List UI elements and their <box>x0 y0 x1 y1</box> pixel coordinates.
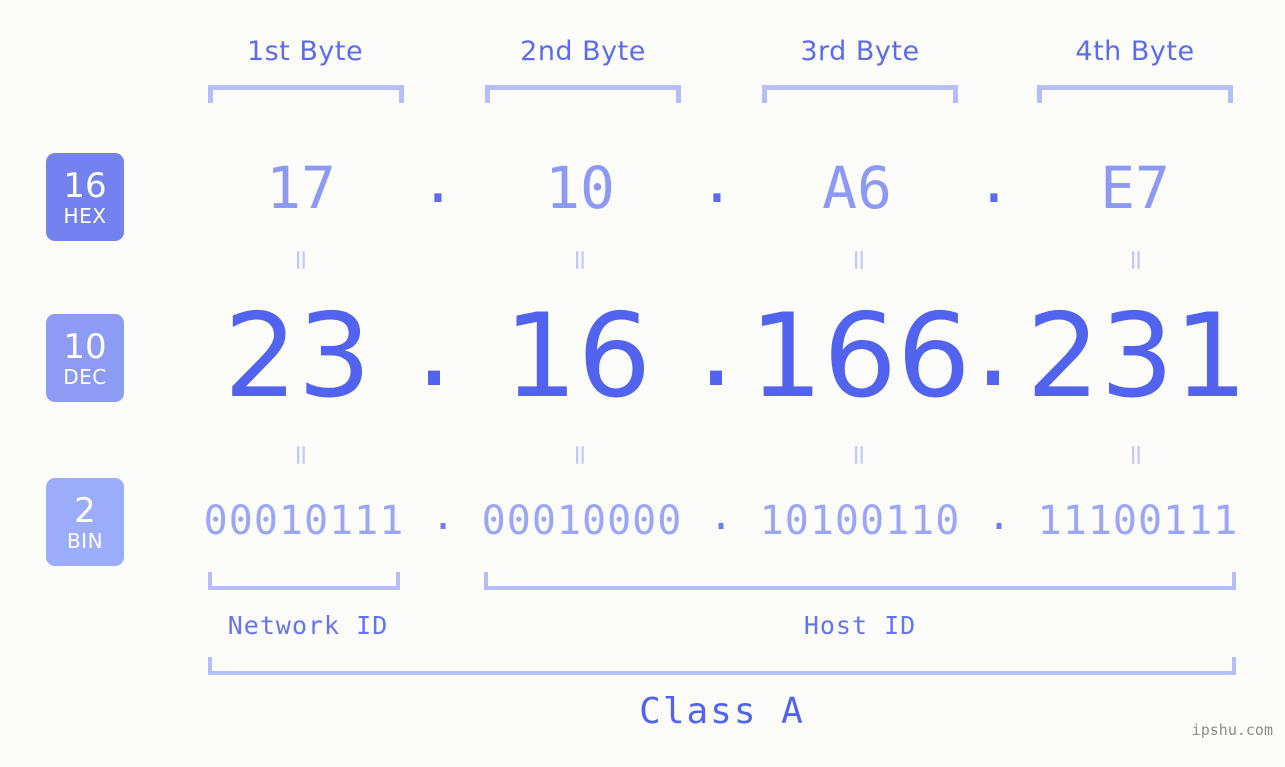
dec-octet-2: 16 <box>503 289 652 424</box>
equals-mark-r2-4: = <box>1120 443 1153 467</box>
bin-octet-1: 00010111 <box>203 498 405 544</box>
base-badge-dec: 10 DEC <box>46 314 124 402</box>
byte-header-label-3: 3rd Byte <box>800 36 920 67</box>
base-badge-bin-number: 2 <box>74 490 96 531</box>
host-id-label: Host ID <box>803 611 917 640</box>
base-badge-bin: 2 BIN <box>46 478 124 566</box>
hex-octet-3: A6 <box>822 154 892 222</box>
equals-mark-r2-1: = <box>285 443 318 467</box>
base-badge-bin-name: BIN <box>66 528 104 553</box>
hex-separator-2: . <box>699 148 735 216</box>
class-bracket <box>208 657 1236 675</box>
network-id-bracket <box>208 572 400 590</box>
hex-separator-1: . <box>420 148 456 216</box>
host-id-bracket <box>484 572 1236 590</box>
bin-octet-4: 11100111 <box>1037 498 1239 544</box>
hex-octet-4: E7 <box>1100 154 1170 222</box>
dec-separator-1: . <box>415 278 453 413</box>
ip-class-label: Class A <box>639 691 805 732</box>
network-id-label: Network ID <box>227 611 389 640</box>
bin-octet-2: 00010000 <box>481 498 683 544</box>
byte-header-label-2: 2nd Byte <box>520 36 646 67</box>
base-badge-dec-number: 10 <box>63 326 107 367</box>
equals-mark-r2-3: = <box>843 443 876 467</box>
base-badge-hex-number: 16 <box>63 165 107 206</box>
equals-mark-r1-2: = <box>564 248 597 272</box>
bin-octet-3: 10100110 <box>759 498 961 544</box>
byte-bracket-4 <box>1037 85 1233 103</box>
dec-separator-2: . <box>697 278 735 413</box>
hex-octet-2: 10 <box>545 154 615 222</box>
byte-header-label-1: 1st Byte <box>246 36 364 67</box>
byte-bracket-1 <box>208 85 404 103</box>
ip-address-breakdown-diagram: 1st Byte 2nd Byte 3rd Byte 4th Byte 16 H… <box>0 0 1285 767</box>
bin-separator-2: . <box>708 493 734 539</box>
dec-octet-3: 166 <box>749 289 971 424</box>
byte-header-label-4: 4th Byte <box>1075 36 1195 67</box>
base-badge-dec-name: DEC <box>63 364 107 389</box>
byte-bracket-2 <box>485 85 681 103</box>
bin-separator-1: . <box>430 493 456 539</box>
hex-octet-1: 17 <box>266 154 336 222</box>
base-badge-hex-name: HEX <box>63 203 107 228</box>
bin-separator-3: . <box>986 493 1012 539</box>
byte-bracket-3 <box>762 85 958 103</box>
dec-separator-3: . <box>974 278 1012 413</box>
equals-mark-r1-3: = <box>843 248 876 272</box>
dec-octet-1: 23 <box>223 289 372 424</box>
equals-mark-r2-2: = <box>564 443 597 467</box>
base-badge-hex: 16 HEX <box>46 153 124 241</box>
dec-octet-4: 231 <box>1026 289 1248 424</box>
equals-mark-r1-1: = <box>285 248 318 272</box>
equals-mark-r1-4: = <box>1120 248 1153 272</box>
hex-separator-3: . <box>976 148 1012 216</box>
site-watermark: ipshu.com <box>1191 721 1273 739</box>
